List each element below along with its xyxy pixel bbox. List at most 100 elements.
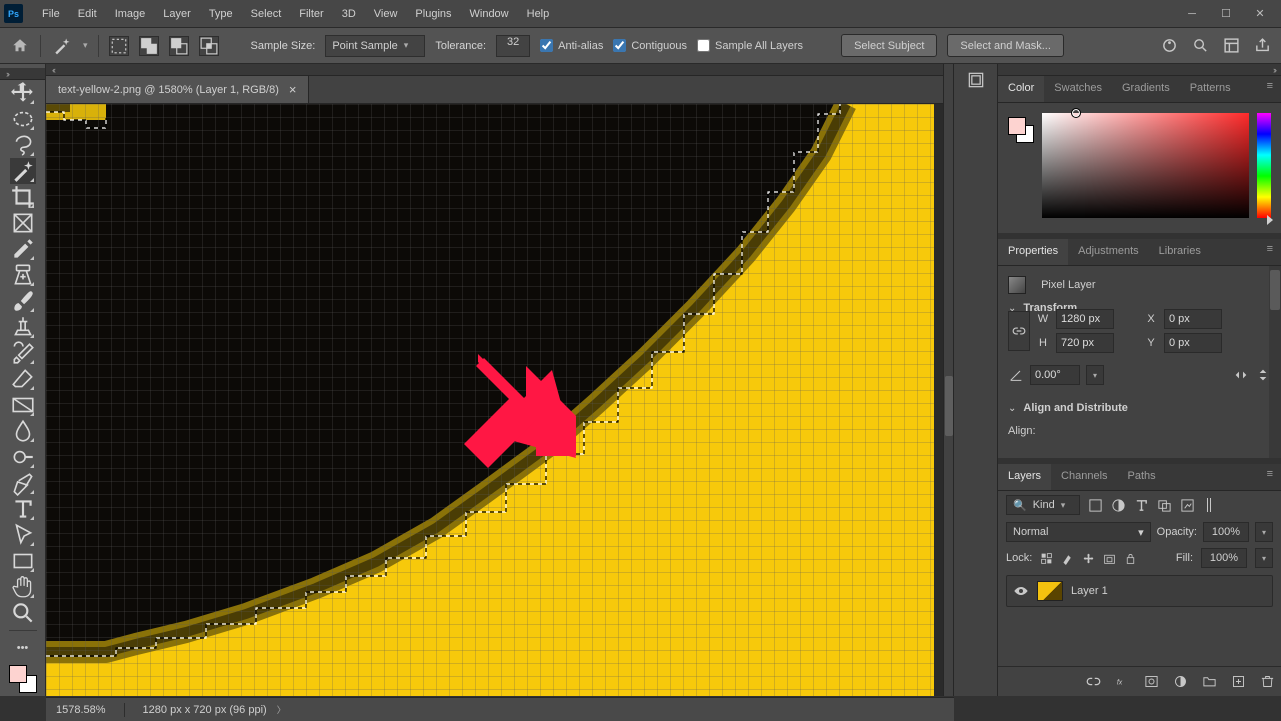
layers-panel-menu-icon[interactable]: ≡ (1259, 464, 1281, 490)
color-panel-menu-icon[interactable]: ≡ (1259, 76, 1281, 102)
zoom-level[interactable]: 1578.58% (56, 704, 106, 716)
fill-caret[interactable]: ▾ (1255, 548, 1273, 568)
eyedropper-tool[interactable] (10, 236, 36, 262)
menu-layer[interactable]: Layer (154, 2, 200, 26)
angle-dropdown[interactable]: ▾ (1086, 365, 1104, 385)
visibility-icon[interactable] (1013, 585, 1029, 597)
group-icon[interactable] (1202, 674, 1217, 689)
menu-select[interactable]: Select (242, 2, 291, 26)
window-minimize[interactable]: ─ (1175, 2, 1209, 26)
lasso-tool[interactable] (10, 132, 36, 158)
eraser-tool[interactable] (10, 366, 36, 392)
color-swatches[interactable] (9, 665, 37, 693)
subtract-selection-icon[interactable] (169, 36, 189, 56)
lock-all-icon[interactable] (1124, 552, 1137, 565)
canvas-scrollbar[interactable] (943, 64, 953, 696)
x-input[interactable] (1164, 309, 1222, 329)
menu-3d[interactable]: 3D (333, 2, 365, 26)
tab-layers[interactable]: Layers (998, 464, 1051, 490)
filter-shape-icon[interactable] (1157, 498, 1172, 513)
align-section[interactable]: ⌄Align and Distribute (1008, 398, 1271, 418)
new-selection-icon[interactable] (109, 36, 129, 56)
search-icon[interactable] (1192, 37, 1209, 54)
filter-adjust-icon[interactable] (1111, 498, 1126, 513)
layer-row[interactable]: Layer 1 (1006, 575, 1273, 607)
tab-gradients[interactable]: Gradients (1112, 76, 1180, 102)
new-layer-icon[interactable] (1231, 674, 1246, 689)
filter-smart-icon[interactable] (1180, 498, 1195, 513)
flip-horizontal-icon[interactable] (1233, 367, 1249, 383)
contiguous-checkbox[interactable]: Contiguous (613, 39, 687, 52)
close-tab-icon[interactable]: × (289, 82, 297, 97)
sample-all-layers-checkbox[interactable]: Sample All Layers (697, 39, 803, 52)
opacity-input[interactable]: 100% (1203, 522, 1249, 542)
color-picker[interactable] (998, 103, 1281, 233)
tab-libraries[interactable]: Libraries (1149, 239, 1211, 265)
home-icon[interactable] (10, 37, 30, 55)
move-tool[interactable] (10, 80, 36, 106)
menu-plugins[interactable]: Plugins (406, 2, 460, 26)
lock-nested-icon[interactable] (1103, 552, 1116, 565)
menu-type[interactable]: Type (200, 2, 242, 26)
gradient-tool[interactable] (10, 392, 36, 418)
height-input[interactable] (1056, 333, 1114, 353)
menu-window[interactable]: Window (461, 2, 518, 26)
layer-kind-filter[interactable]: 🔍Kind▾ (1006, 495, 1080, 515)
crop-tool[interactable] (10, 184, 36, 210)
color-fg-bg[interactable] (1008, 117, 1034, 143)
magic-wand-tool[interactable] (10, 158, 36, 184)
dodge-tool[interactable] (10, 444, 36, 470)
menu-file[interactable]: File (33, 2, 69, 26)
add-selection-icon[interactable] (139, 36, 159, 56)
filter-toggle[interactable] (1207, 498, 1211, 512)
blur-tool[interactable] (10, 418, 36, 444)
anti-alias-checkbox[interactable]: Anti-alias (540, 39, 603, 52)
tab-adjustments[interactable]: Adjustments (1068, 239, 1149, 265)
healing-brush-tool[interactable] (10, 262, 36, 288)
lock-image-icon[interactable] (1061, 552, 1074, 565)
select-subject-button[interactable]: Select Subject (841, 34, 937, 57)
menu-image[interactable]: Image (106, 2, 155, 26)
marquee-tool[interactable] (10, 106, 36, 132)
tab-channels[interactable]: Channels (1051, 464, 1117, 490)
lock-transparent-icon[interactable] (1040, 552, 1053, 565)
opacity-caret[interactable]: ▾ (1255, 522, 1273, 542)
tab-swatches[interactable]: Swatches (1044, 76, 1112, 102)
canvas[interactable] (46, 104, 943, 696)
menu-view[interactable]: View (365, 2, 407, 26)
hand-tool[interactable] (10, 574, 36, 600)
sample-size-select[interactable]: Point Sample▾ (325, 35, 425, 57)
select-and-mask-button[interactable]: Select and Mask... (947, 34, 1064, 57)
properties-panel-menu-icon[interactable]: ≡ (1259, 239, 1281, 265)
menu-filter[interactable]: Filter (290, 2, 332, 26)
tab-color[interactable]: Color (998, 76, 1044, 102)
document-tab[interactable]: text-yellow-2.png @ 1580% (Layer 1, RGB/… (46, 76, 309, 103)
filter-pixel-icon[interactable] (1088, 498, 1103, 513)
menu-edit[interactable]: Edit (69, 2, 106, 26)
shape-tool[interactable] (10, 548, 36, 574)
type-tool[interactable] (10, 496, 36, 522)
cloud-docs-icon[interactable] (1161, 37, 1178, 54)
window-close[interactable]: ✕ (1243, 2, 1277, 26)
tab-paths[interactable]: Paths (1118, 464, 1166, 490)
hue-slider[interactable] (1257, 113, 1271, 218)
tab-patterns[interactable]: Patterns (1180, 76, 1241, 102)
lock-position-icon[interactable] (1082, 552, 1095, 565)
properties-scrollbar[interactable] (1269, 266, 1281, 458)
tab-properties[interactable]: Properties (998, 239, 1068, 265)
intersect-selection-icon[interactable] (199, 36, 219, 56)
history-brush-tool[interactable] (10, 340, 36, 366)
link-layers-icon[interactable] (1086, 674, 1101, 689)
mask-icon[interactable] (1144, 674, 1159, 689)
pen-tool[interactable] (10, 470, 36, 496)
magic-wand-tool-icon[interactable] (51, 36, 73, 56)
fill-input[interactable]: 100% (1201, 548, 1247, 568)
link-wh-icon[interactable] (1008, 311, 1030, 351)
blend-mode-select[interactable]: Normal▾ (1006, 522, 1151, 542)
layer-name[interactable]: Layer 1 (1071, 585, 1108, 597)
menu-help[interactable]: Help (518, 2, 559, 26)
path-select-tool[interactable] (10, 522, 36, 548)
clone-stamp-tool[interactable] (10, 314, 36, 340)
fx-icon[interactable]: fx (1115, 674, 1130, 689)
filter-type-icon[interactable] (1134, 498, 1149, 513)
